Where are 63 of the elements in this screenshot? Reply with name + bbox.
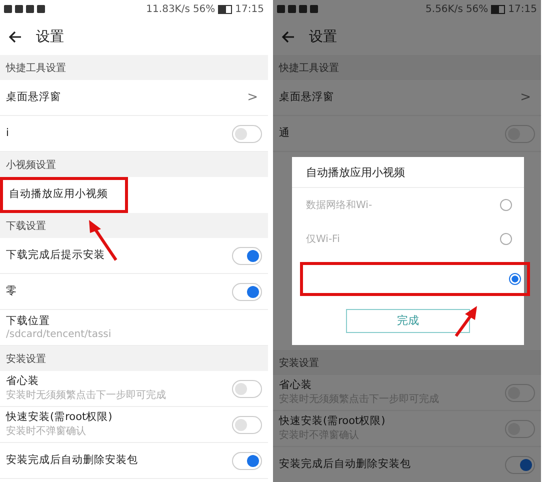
row-label: 通: [279, 126, 291, 140]
dialog-title: 自动播放应用小视频: [292, 157, 524, 188]
settings-row[interactable]: 桌面悬浮窗 >: [0, 80, 268, 116]
row-label: i: [6, 126, 10, 140]
clock: 17:15: [235, 4, 264, 14]
page-title: 设置: [309, 28, 337, 46]
toggle-switch[interactable]: [232, 380, 262, 398]
toggle-switch[interactable]: [505, 456, 535, 474]
settings-row[interactable]: 省心装 安装时无须频繁点击下一步即可完成: [0, 371, 268, 407]
row-label: 快速安装(需root权限): [279, 414, 386, 428]
folder-path: /sdcard/tencent/tassi: [6, 328, 112, 340]
row-label: 自动播放应用小视频: [9, 188, 109, 202]
chevron-icon: >: [520, 90, 535, 105]
network-speed: 5.56K/s: [426, 4, 463, 14]
toggle-switch[interactable]: [232, 416, 262, 434]
radio-button[interactable]: [500, 233, 512, 245]
row-description: 安装时无须频繁点击下一步即可完成: [6, 388, 167, 402]
row-description: 安装时不弹窗确认: [6, 424, 87, 438]
battery-level: 56%: [466, 4, 488, 14]
battery-level: 56%: [192, 4, 216, 14]
page-title: 设置: [36, 28, 64, 46]
row-label: 安装完成后自动删除安装包: [6, 454, 139, 468]
settings-row[interactable]: 安装完成后自动删除安装包: [0, 443, 268, 479]
row-label: 桌面悬浮窗: [6, 90, 62, 104]
section-header: 快捷工具设置: [273, 55, 541, 80]
toggle-switch[interactable]: [505, 384, 535, 402]
toggle-switch[interactable]: [232, 282, 262, 300]
row-label: 零: [6, 284, 18, 298]
settings-row[interactable]: 通: [273, 116, 541, 152]
network-speed: 11.83K/s: [146, 4, 190, 14]
row-label: 快速安装(需root权限): [6, 410, 114, 424]
settings-row[interactable]: 桌面悬浮窗 >: [273, 80, 541, 116]
section-header: 小视频设置: [0, 152, 268, 177]
radio-button[interactable]: [500, 199, 512, 211]
option-label: 仅Wi-Fi: [306, 233, 340, 246]
settings-row[interactable]: 安装完成后自动删除安装包: [273, 447, 541, 482]
toggle-switch[interactable]: [505, 420, 535, 438]
radio-option[interactable]: [300, 262, 530, 296]
radio-button[interactable]: [509, 273, 521, 285]
row-label: 省心装: [6, 374, 40, 388]
row-label: 下载位置: [6, 315, 51, 329]
settings-row[interactable]: 零: [0, 274, 268, 310]
toggle-switch[interactable]: [232, 452, 262, 470]
row-label: 下载完成后提示安装: [6, 248, 106, 262]
battery-icon: [218, 4, 232, 14]
toggle-switch[interactable]: [232, 246, 262, 264]
section-header: 快捷工具设置: [0, 55, 268, 80]
battery-icon: [491, 4, 506, 14]
section-header: 安装设置: [273, 350, 541, 375]
settings-row[interactable]: 快速安装(需root权限) 安装时不弹窗确认: [0, 407, 268, 443]
option-label: 数据网络和Wi-: [306, 198, 372, 212]
section-header: 安装设置: [0, 346, 268, 371]
clock: 17:15: [508, 4, 537, 14]
row-label: 桌面悬浮窗: [279, 90, 335, 104]
toggle-switch[interactable]: [505, 124, 535, 142]
back-icon[interactable]: [8, 30, 22, 44]
row-label: 省心装: [279, 378, 313, 392]
chevron-icon: >: [247, 90, 262, 105]
settings-row[interactable]: 下载完成后提示安装: [0, 238, 268, 274]
settings-row[interactable]: 自动播放应用小视频: [0, 177, 128, 213]
row-label: 安装完成后自动删除安装包: [279, 458, 412, 472]
section-header: 下载设置: [0, 213, 268, 238]
toggle-switch[interactable]: [232, 124, 262, 142]
